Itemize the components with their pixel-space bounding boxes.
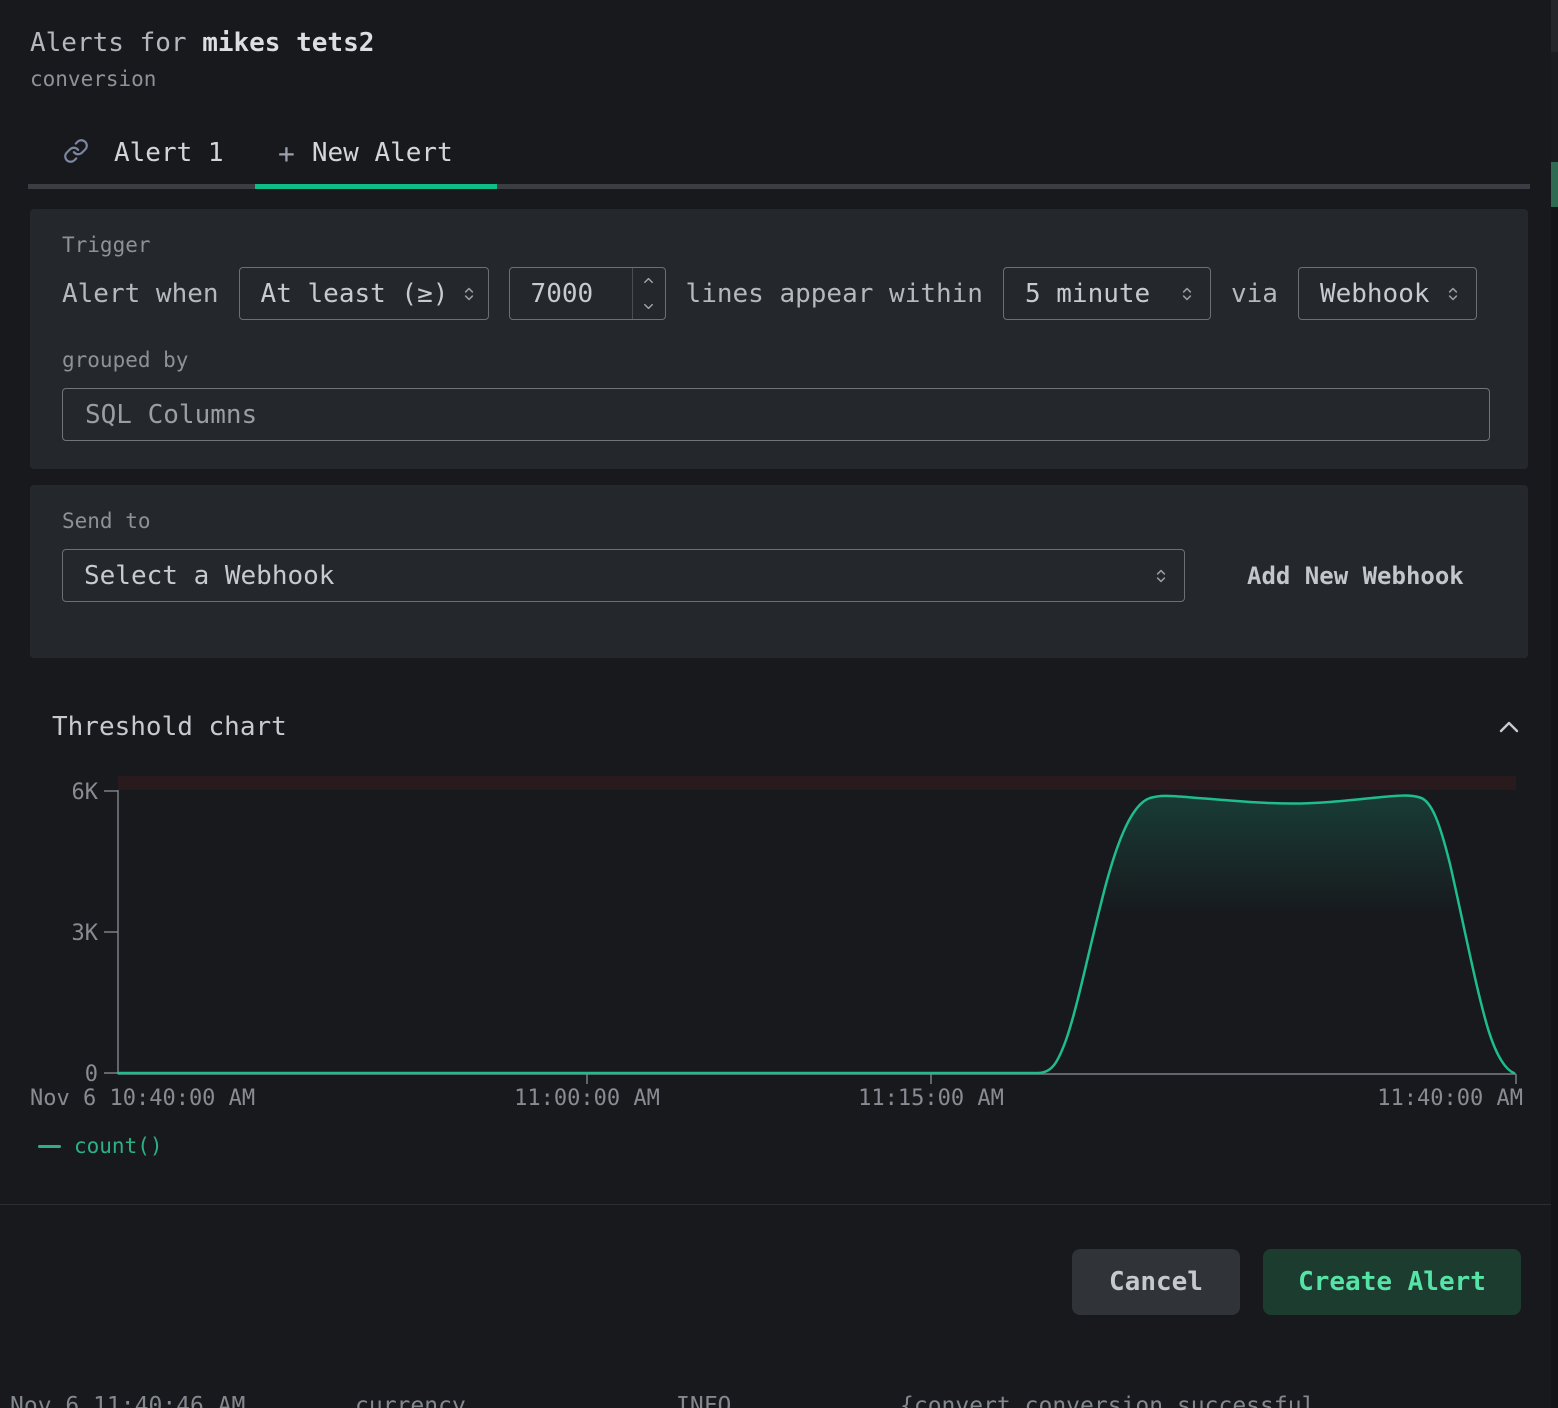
series-area: [118, 796, 1514, 1074]
channel-select-value: Webhook: [1320, 279, 1430, 309]
y-tick-3k: 3K: [72, 921, 99, 946]
page-subtitle: conversion: [30, 67, 1528, 91]
y-tick-6k: 6K: [72, 780, 99, 805]
grouped-by-input[interactable]: [62, 388, 1490, 441]
spinner-down-button[interactable]: [633, 294, 665, 320]
x-tick-1100: 11:00:00 AM: [514, 1086, 660, 1111]
channel-select[interactable]: Webhook: [1298, 267, 1477, 320]
x-tick-1115: 11:15:00 AM: [858, 1086, 1004, 1111]
dialog-header: Alerts for mikes tets2 conversion: [0, 0, 1558, 91]
log-message: {convert conversion successful: [900, 1393, 1315, 1408]
spinner-up-button[interactable]: [633, 268, 665, 294]
footer-actions: Cancel Create Alert: [0, 1205, 1558, 1315]
condition-select-value: At least (≥): [261, 279, 449, 309]
chevron-updown-icon: [1178, 285, 1196, 303]
log-level: INFO: [676, 1393, 731, 1408]
lines-appear-text: lines appear within: [686, 279, 983, 309]
legend-line-swatch: [38, 1145, 61, 1148]
create-alert-button[interactable]: Create Alert: [1263, 1249, 1521, 1315]
threshold-spinner: [632, 268, 665, 319]
interval-select-value: 5 minute: [1025, 279, 1150, 309]
condition-select[interactable]: At least (≥): [239, 267, 489, 320]
via-text: via: [1231, 279, 1278, 309]
webhook-select-placeholder: Select a Webhook: [84, 561, 334, 591]
grouped-by-label: grouped by: [62, 348, 1490, 372]
chevron-updown-icon: [1152, 567, 1170, 585]
y-tick-0: 0: [85, 1062, 98, 1087]
trigger-section: Trigger Alert when At least (≥) lines ap…: [30, 209, 1528, 469]
interval-select[interactable]: 5 minute: [1003, 267, 1211, 320]
log-timestamp: Nov 6 11:40:46 AM: [10, 1393, 245, 1408]
tab-new-alert[interactable]: + New Alert: [255, 117, 497, 189]
x-tick-1040: Nov 6 10:40:00 AM: [30, 1086, 255, 1111]
threshold-input[interactable]: [510, 268, 632, 319]
log-service: currency: [355, 1393, 466, 1408]
chevron-updown-icon: [460, 285, 478, 303]
page-title-source-name: mikes tets2: [202, 28, 374, 58]
link-icon: [63, 138, 89, 168]
tab-alert-1[interactable]: Alert 1: [28, 117, 255, 189]
x-tick-1140: 11:40:00 AM: [1377, 1086, 1523, 1111]
threshold-chart: 6K 3K 0 Nov 6 10:40:00 AM 11:00:00 AM 11…: [0, 764, 1558, 1116]
threshold-chart-header: Threshold chart: [0, 712, 1558, 742]
trigger-row: Alert when At least (≥) lines appear wit…: [62, 267, 1490, 320]
send-to-label: Send to: [62, 509, 1490, 533]
tab-new-alert-label: New Alert: [312, 138, 453, 168]
chart-legend: count(): [38, 1134, 1558, 1158]
threshold-band: [118, 776, 1516, 790]
chevron-up-icon: [1496, 718, 1522, 736]
y-axis-labels: 6K 3K 0: [72, 780, 99, 1087]
send-to-section: Send to Select a Webhook Add New Webhook: [30, 485, 1528, 658]
trigger-section-label: Trigger: [62, 233, 1490, 257]
page-title-prefix: Alerts for: [30, 28, 202, 58]
legend-series-label: count(): [74, 1134, 163, 1158]
background-page-edge: [1551, 0, 1558, 1408]
chevron-updown-icon: [1444, 285, 1462, 303]
alert-when-text: Alert when: [62, 279, 219, 309]
threshold-chart-title: Threshold chart: [52, 712, 287, 742]
threshold-input-group: [509, 267, 666, 320]
x-axis-labels: Nov 6 10:40:00 AM 11:00:00 AM 11:15:00 A…: [30, 1086, 1523, 1111]
page-title: Alerts for mikes tets2: [30, 28, 1528, 58]
add-new-webhook-button[interactable]: Add New Webhook: [1247, 562, 1464, 590]
cancel-button[interactable]: Cancel: [1072, 1249, 1240, 1315]
webhook-select[interactable]: Select a Webhook: [62, 549, 1185, 602]
tab-alert-1-label: Alert 1: [114, 138, 224, 168]
send-to-row: Select a Webhook Add New Webhook: [62, 549, 1490, 602]
collapse-chart-button[interactable]: [1496, 718, 1522, 736]
background-log-row: Nov 6 11:40:46 AM currency INFO {convert…: [0, 1393, 1558, 1408]
plus-icon: +: [278, 137, 295, 170]
alert-tabs: Alert 1 + New Alert: [28, 117, 1530, 189]
